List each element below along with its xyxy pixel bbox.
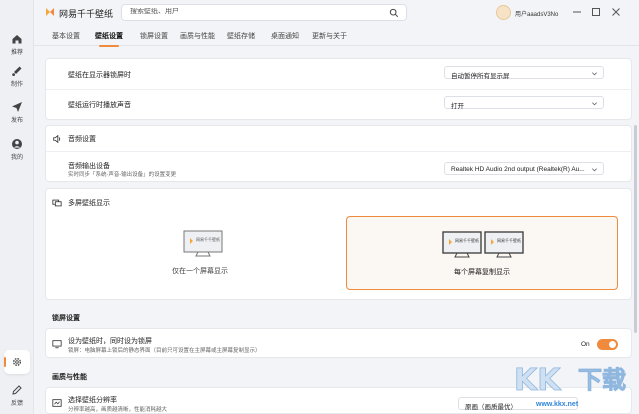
title-bar: 网易千千壁纸 用户aaadsV3No bbox=[34, 0, 639, 26]
lockscreen-section-title: 锁屏设置 bbox=[52, 315, 80, 322]
app-name: 网易千千壁纸 bbox=[59, 9, 114, 19]
chevron-down-icon bbox=[592, 168, 597, 172]
resolution-sub: 分辨率越高，画质越清晰，性能消耗越大 bbox=[68, 407, 168, 413]
quality-section-title: 画质与性能 bbox=[52, 374, 87, 381]
avatar[interactable] bbox=[496, 5, 511, 20]
audio-output-sub: 实时同步「系统-声音-输出设备」的设置变更 bbox=[68, 172, 177, 178]
settings-tabs: 基本设置 壁纸设置 锁屏设置 画质与性能 壁纸存储 桌面通知 更新与关于 bbox=[34, 26, 639, 47]
divider bbox=[46, 151, 633, 152]
wallpaper-playback-card: 壁纸在显示器锁屏时 自动暂停所有显示屏 壁纸运行时播放声音 打开 bbox=[45, 58, 633, 120]
username[interactable]: 用户aaadsV3No bbox=[515, 9, 558, 18]
rail-settings-button[interactable] bbox=[4, 350, 30, 374]
rail-item-publish[interactable]: 发布 bbox=[0, 101, 34, 124]
monitor-icon bbox=[183, 230, 223, 257]
option-single-label: 仅在一个屏幕显示 bbox=[172, 268, 228, 275]
rail-item-label: 反馈 bbox=[10, 401, 23, 407]
chevron-down-icon bbox=[592, 72, 597, 76]
play-sound-value: 打开 bbox=[451, 102, 464, 110]
lockscreen-label: 设为壁纸时，同时设为锁屏 bbox=[68, 338, 152, 345]
search-icon[interactable] bbox=[389, 8, 399, 18]
svg-text:KK: KK bbox=[514, 363, 562, 398]
monitor-icon bbox=[52, 340, 62, 349]
tab-storage[interactable]: 壁纸存储 bbox=[227, 31, 255, 41]
send-icon bbox=[12, 102, 22, 112]
lock-behavior-label: 壁纸在显示器锁屏时 bbox=[68, 72, 131, 79]
option-copy-label: 每个屏幕复制显示 bbox=[454, 269, 510, 276]
monitor-brand-text: 网易千千壁纸 bbox=[497, 238, 521, 243]
speaker-icon bbox=[53, 134, 61, 144]
home-icon bbox=[12, 35, 22, 44]
edit-icon bbox=[12, 385, 22, 395]
watermark-url: www.kkx.net bbox=[536, 401, 579, 408]
rail-item-label: 制作 bbox=[10, 82, 23, 88]
audio-output-value: Realtek HD Audio 2nd output (Realtek(R) … bbox=[451, 165, 585, 173]
audio-section-title: 音频设置 bbox=[68, 136, 96, 143]
monitor-icon bbox=[484, 231, 524, 258]
chevron-down-icon bbox=[592, 102, 597, 106]
search-input[interactable] bbox=[130, 8, 380, 15]
tab-notification[interactable]: 桌面通知 bbox=[271, 31, 299, 41]
lockscreen-toggle-text: On bbox=[581, 341, 590, 348]
audio-settings-card: 音频设置 音频输出设备 实时同步「系统-声音-输出设备」的设置变更 Realte… bbox=[45, 125, 633, 182]
resolution-label: 选择壁纸分辨率 bbox=[68, 397, 117, 404]
rail-item-recommend[interactable]: 推荐 bbox=[0, 33, 34, 56]
play-sound-label: 壁纸运行时播放声音 bbox=[68, 102, 131, 109]
monitor-brand-text: 网易千千壁纸 bbox=[196, 237, 220, 242]
app-logo-icon bbox=[46, 8, 54, 16]
audio-output-select[interactable]: Realtek HD Audio 2nd output (Realtek(R) … bbox=[444, 162, 604, 175]
tab-quality[interactable]: 画质与性能 bbox=[180, 31, 215, 41]
rail-item-label: 发布 bbox=[10, 118, 23, 124]
option-copy-screen[interactable]: 网易千千壁纸 网易千千壁纸 每个屏幕复制显示 bbox=[346, 216, 618, 290]
option-single-screen[interactable]: 网易千千壁纸 仅在一个屏幕显示 bbox=[60, 216, 340, 290]
brush-icon bbox=[12, 66, 22, 76]
lock-behavior-value: 自动暂停所有显示屏 bbox=[451, 72, 510, 80]
minimize-icon[interactable] bbox=[571, 6, 583, 18]
multi-screen-title: 多屏壁纸显示 bbox=[68, 200, 110, 207]
divider bbox=[46, 89, 633, 90]
svg-text:下载: 下载 bbox=[578, 366, 626, 394]
play-sound-select[interactable]: 打开 bbox=[444, 96, 604, 110]
scrollbar-thumb[interactable] bbox=[634, 125, 637, 333]
monitor-icon bbox=[442, 231, 482, 258]
rail-item-mine[interactable]: 我的 bbox=[0, 138, 34, 161]
tab-wallpaper[interactable]: 壁纸设置 bbox=[95, 31, 123, 47]
maximize-icon[interactable] bbox=[590, 6, 602, 18]
tab-lockscreen[interactable]: 锁屏设置 bbox=[140, 31, 168, 41]
tab-update-about[interactable]: 更新与关于 bbox=[312, 31, 347, 41]
close-icon[interactable] bbox=[610, 6, 622, 18]
resolution-icon bbox=[52, 399, 62, 407]
lockscreen-sub: 锁屏：电脑屏幕上锁后的静态界面（目前只可设置在主屏幕或主屏幕复制显示） bbox=[68, 348, 261, 354]
rail-item-feedback[interactable]: 反馈 bbox=[0, 384, 34, 407]
monitor-brand-text: 网易千千壁纸 bbox=[455, 238, 479, 243]
rail-item-label: 我的 bbox=[10, 155, 23, 161]
search-box[interactable] bbox=[121, 4, 407, 21]
lockscreen-card: 设为壁纸时，同时设为锁屏 锁屏：电脑屏幕上锁后的静态界面（目前只可设置在主屏幕或… bbox=[45, 328, 632, 358]
lockscreen-toggle[interactable] bbox=[597, 339, 618, 350]
multi-monitor-icon bbox=[52, 199, 62, 207]
tab-basic[interactable]: 基本设置 bbox=[52, 31, 80, 41]
rail-item-label: 推荐 bbox=[10, 50, 23, 56]
gear-icon bbox=[13, 358, 21, 366]
rail-item-make[interactable]: 制作 bbox=[0, 65, 34, 88]
lock-behavior-select[interactable]: 自动暂停所有显示屏 bbox=[444, 66, 604, 80]
user-icon bbox=[12, 139, 22, 149]
left-rail: 推荐 制作 发布 我的 反馈 bbox=[0, 0, 34, 414]
